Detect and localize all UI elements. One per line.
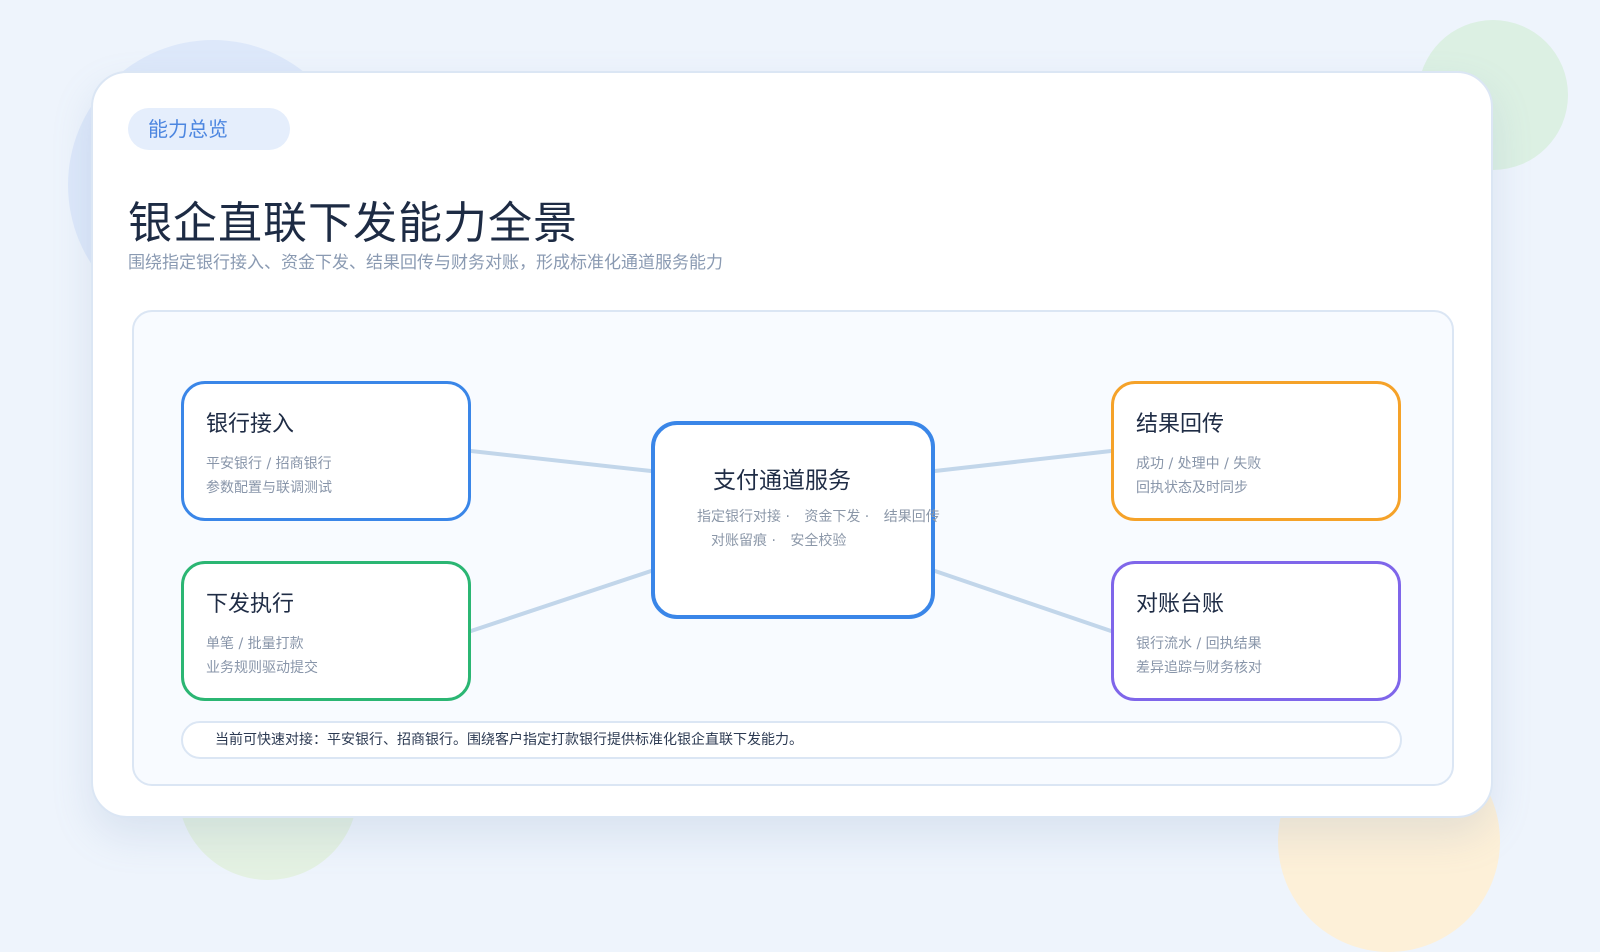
node-detail: 差异追踪与财务核对 bbox=[1136, 660, 1262, 676]
node-title: 结果回传 bbox=[1136, 412, 1225, 437]
node-detail: 参数配置与联调测试 bbox=[206, 480, 332, 496]
hub-tag: 指定银行对接 · bbox=[697, 509, 790, 525]
node-title: 对账台账 bbox=[1136, 592, 1225, 617]
hub-payment-channel: 支付通道服务 指定银行对接 · 资金下发 · 结果回传 对账留痕 · 安全校验 bbox=[651, 421, 940, 619]
footnote-banner: 当前可快速对接：平安银行、招商银行。围绕客户指定打款银行提供标准化银企直联下发能… bbox=[181, 721, 1402, 759]
hub-tag: 安全校验 bbox=[790, 533, 847, 549]
node-detail: 成功 / 处理中 / 失败 bbox=[1136, 456, 1262, 472]
node-result-callback: 结果回传 成功 / 处理中 / 失败 回执状态及时同步 bbox=[1111, 381, 1401, 521]
connector-hub-recon bbox=[933, 569, 1113, 633]
hub-tag: 资金下发 · bbox=[804, 509, 870, 525]
node-detail: 银行流水 / 回执结果 bbox=[1136, 636, 1262, 652]
node-disbursement: 下发执行 单笔 / 批量打款 业务规则驱动提交 bbox=[181, 561, 471, 701]
node-title: 下发执行 bbox=[206, 592, 295, 617]
connector-hub-result bbox=[933, 449, 1113, 473]
connector-exec-hub bbox=[469, 569, 653, 633]
node-detail: 业务规则驱动提交 bbox=[206, 660, 318, 676]
node-detail: 单笔 / 批量打款 bbox=[206, 636, 304, 652]
node-reconciliation: 对账台账 银行流水 / 回执结果 差异追踪与财务核对 bbox=[1111, 561, 1401, 701]
hub-title: 支付通道服务 bbox=[713, 468, 851, 494]
node-bank-access: 银行接入 平安银行 / 招商银行 参数配置与联调测试 bbox=[181, 381, 471, 521]
hub-tag: 对账留痕 · bbox=[711, 533, 776, 549]
connector-bank-hub bbox=[469, 449, 653, 473]
node-detail: 平安银行 / 招商银行 bbox=[206, 456, 332, 472]
hub-tags: 指定银行对接 · 资金下发 · 结果回传 对账留痕 · 安全校验 bbox=[697, 505, 950, 553]
node-title: 银行接入 bbox=[206, 412, 295, 437]
node-detail: 回执状态及时同步 bbox=[1136, 480, 1248, 496]
hub-tag: 结果回传 bbox=[883, 509, 940, 525]
